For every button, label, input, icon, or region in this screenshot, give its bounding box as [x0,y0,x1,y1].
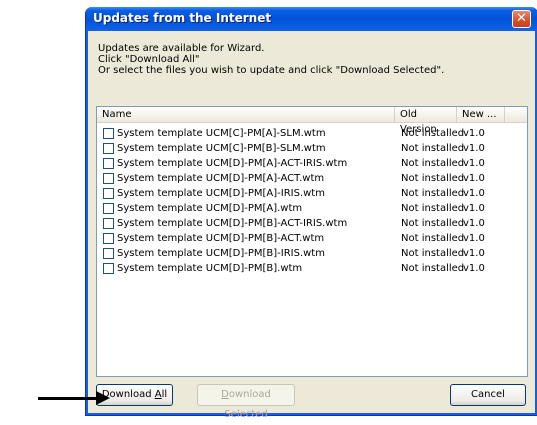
list-header: Name Old Version New ... [97,107,527,135]
old-version: Not installed [401,263,465,274]
download-selected-button[interactable]: Download Selected [197,384,295,420]
file-name: System template UCM[D]-PM[B]-IRIS.wtm [117,248,325,259]
download-all-label: Download All [101,389,168,400]
checkbox-icon[interactable] [103,218,114,229]
old-version: Not installed [401,173,465,184]
list-item[interactable]: System template UCM[D]-PM[B]-IRIS.wtm Not… [97,246,527,261]
instruction-line-3: Or select the files you wish to update a… [98,65,445,76]
list-item[interactable]: System template UCM[C]-PM[B]-SLM.wtm Not … [97,141,527,156]
old-version: Not installed [401,128,465,139]
file-name: System template UCM[D]-PM[A]-ACT.wtm [117,173,325,184]
list-item[interactable]: System template UCM[D]-PM[A]-ACT-IRIS.wt… [97,156,527,171]
new-version: v1.0 [463,188,485,199]
instruction-line-1: Updates are available for Wizard. [98,43,265,54]
file-name: System template UCM[D]-PM[B].wtm [117,263,303,274]
checkbox-icon[interactable] [103,158,114,169]
old-version: Not installed [401,218,465,229]
checkbox-icon[interactable] [103,203,114,214]
download-selected-label: Download Selected [221,389,271,420]
list-item[interactable]: System template UCM[D]-PM[B]-ACT.wtm Not … [97,231,527,246]
new-version: v1.0 [463,233,485,244]
file-name: System template UCM[C]-PM[B]-SLM.wtm [117,143,326,154]
new-version: v1.0 [463,203,485,214]
close-button[interactable]: ✕ [512,10,531,28]
list-item[interactable]: System template UCM[D]-PM[A].wtm Not inst… [97,201,527,216]
old-version: Not installed [401,143,465,154]
instruction-line-2: Click "Download All" [98,54,200,65]
cancel-button[interactable]: Cancel [450,384,526,406]
checkbox-icon[interactable] [103,233,114,244]
old-version: Not installed [401,188,465,199]
old-version: Not installed [401,233,465,244]
checkbox-icon[interactable] [103,173,114,184]
checkbox-icon[interactable] [103,188,114,199]
file-name: System template UCM[D]-PM[A].wtm [117,203,303,214]
file-name: System template UCM[D]-PM[A]-ACT-IRIS.wt… [117,158,348,169]
file-name: System template UCM[D]-PM[B]-ACT.wtm [117,233,325,244]
checkbox-icon[interactable] [103,143,114,154]
arrow-right-icon [96,391,110,405]
list-item[interactable]: System template UCM[D]-PM[A]-IRIS.wtm Not… [97,186,527,201]
checkbox-icon[interactable] [103,263,114,274]
column-header-old-version[interactable]: Old Version [395,107,457,135]
instructions: Updates are available for Wizard. Click … [98,43,444,76]
new-version: v1.0 [463,263,485,274]
new-version: v1.0 [463,158,485,169]
new-version: v1.0 [463,218,485,229]
window-title: Updates from the Internet [93,11,272,25]
checkbox-icon[interactable] [103,128,114,139]
file-name: System template UCM[C]-PM[A]-SLM.wtm [117,128,326,139]
list-item[interactable]: System template UCM[D]-PM[B].wtm Not inst… [97,261,527,276]
column-header-new-version[interactable]: New ... [457,107,505,122]
new-version: v1.0 [463,248,485,259]
checkbox-icon[interactable] [103,248,114,259]
old-version: Not installed [401,158,465,169]
list-item[interactable]: System template UCM[C]-PM[A]-SLM.wtm Not … [97,126,527,141]
new-version: v1.0 [463,173,485,184]
new-version: v1.0 [463,128,485,139]
old-version: Not installed [401,203,465,214]
title-bar[interactable]: Updates from the Internet ✕ [86,7,537,31]
new-version: v1.0 [463,143,485,154]
file-name: System template UCM[D]-PM[B]-ACT-IRIS.wt… [117,218,348,229]
updates-dialog: Updates from the Internet ✕ Updates are … [85,7,537,420]
list-item[interactable]: System template UCM[D]-PM[A]-ACT.wtm Not … [97,171,527,186]
updates-list[interactable]: Name Old Version New ... System template… [96,106,528,377]
close-icon: ✕ [516,11,527,26]
list-item[interactable]: System template UCM[D]-PM[B]-ACT-IRIS.wt… [97,216,527,231]
file-name: System template UCM[D]-PM[A]-IRIS.wtm [117,188,325,199]
annotation-arrow-shaft [38,397,100,400]
old-version: Not installed [401,248,465,259]
column-header-name[interactable]: Name [97,107,395,122]
